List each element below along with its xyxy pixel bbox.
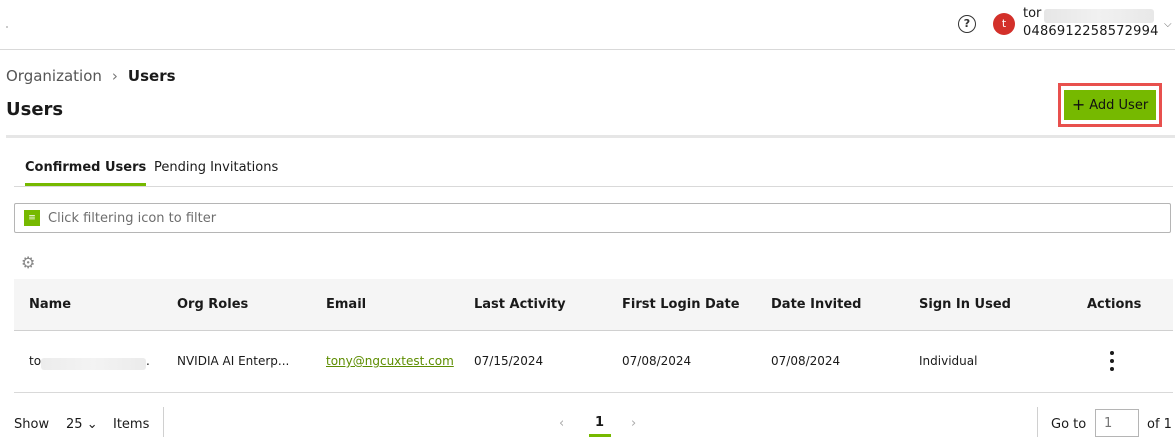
user-name-redaction xyxy=(1044,9,1154,23)
column-header-actions: Actions xyxy=(1087,297,1142,312)
tab-confirmed-users[interactable]: Confirmed Users xyxy=(25,160,147,186)
user-org-id[interactable]: 0486912258572994 xyxy=(1023,24,1159,39)
cell-first-login-date: 07/08/2024 xyxy=(622,354,692,368)
chevron-down-icon: ⌄ xyxy=(86,417,98,432)
breadcrumb: Organization › Users xyxy=(6,67,176,85)
next-page-icon[interactable]: › xyxy=(631,416,636,431)
filter-input[interactable] xyxy=(48,209,1148,227)
pagination-bar: Show 25 ⌄ Items ‹ 1 › Go to of 1 xyxy=(14,405,1173,445)
user-name[interactable]: tor xyxy=(1023,6,1041,21)
add-user-label: Add User xyxy=(1089,97,1149,113)
header-dot xyxy=(6,26,8,28)
table-header: Name Org Roles Email Last Activity First… xyxy=(14,279,1173,331)
column-header-name[interactable]: Name xyxy=(29,297,71,312)
current-page-indicator xyxy=(589,434,611,437)
show-label: Show xyxy=(14,417,50,432)
chevron-down-icon[interactable]: ⌵ xyxy=(1164,19,1172,30)
goto-label: Go to xyxy=(1051,417,1087,432)
cell-email-link[interactable]: tony@ngcuxtest.com xyxy=(326,354,454,368)
goto-page-input[interactable] xyxy=(1095,409,1139,437)
total-pages-label: of 1 xyxy=(1147,417,1172,432)
page-size-value: 25 xyxy=(66,417,83,432)
cell-date-invited: 07/08/2024 xyxy=(771,354,841,368)
cell-org-roles: NVIDIA AI Enterp... xyxy=(177,354,290,368)
users-table: Name Org Roles Email Last Activity First… xyxy=(14,279,1173,393)
gear-icon[interactable]: ⚙ xyxy=(21,254,39,272)
section-divider xyxy=(6,135,1175,138)
help-icon[interactable]: ? xyxy=(958,15,976,33)
column-header-first-login-date[interactable]: First Login Date xyxy=(622,297,740,312)
footer-divider-right xyxy=(1037,407,1038,437)
page-title: Users xyxy=(6,99,64,120)
breadcrumb-separator: › xyxy=(111,67,118,85)
name-redaction xyxy=(41,358,146,370)
breadcrumb-current: Users xyxy=(127,67,176,85)
cell-sign-in-used: Individual xyxy=(919,354,978,368)
previous-page-icon[interactable]: ‹ xyxy=(559,416,564,431)
column-header-last-activity[interactable]: Last Activity xyxy=(474,297,566,312)
page-size-select[interactable]: 25 ⌄ xyxy=(66,417,98,432)
column-header-date-invited[interactable]: Date Invited xyxy=(771,297,861,312)
tab-pending-invitations[interactable]: Pending Invitations xyxy=(154,160,278,183)
plus-icon: + xyxy=(1071,95,1086,114)
add-user-button[interactable]: + Add User xyxy=(1064,90,1156,120)
table-row: to . NVIDIA AI Enterp... tony@ngcuxtest.… xyxy=(14,331,1173,393)
cell-name-suffix: . xyxy=(146,354,150,368)
filter-bar: ≡ xyxy=(14,203,1171,233)
filter-icon[interactable]: ≡ xyxy=(24,210,40,226)
breadcrumb-organization[interactable]: Organization xyxy=(6,67,102,85)
cell-last-activity: 07/15/2024 xyxy=(474,354,544,368)
items-label: Items xyxy=(113,417,150,432)
column-header-email[interactable]: Email xyxy=(326,297,366,312)
cell-name: to xyxy=(29,354,42,368)
tabs: Confirmed Users Pending Invitations xyxy=(14,155,1173,187)
column-header-sign-in-used[interactable]: Sign In Used xyxy=(919,297,1011,312)
avatar[interactable]: t xyxy=(993,13,1015,35)
top-header: ? t tor 0486912258572994 ⌵ xyxy=(0,0,1175,50)
footer-divider-left xyxy=(163,407,164,437)
page-number-current[interactable]: 1 xyxy=(595,415,604,430)
more-actions-icon[interactable] xyxy=(1108,351,1116,371)
column-header-org-roles[interactable]: Org Roles xyxy=(177,297,248,312)
